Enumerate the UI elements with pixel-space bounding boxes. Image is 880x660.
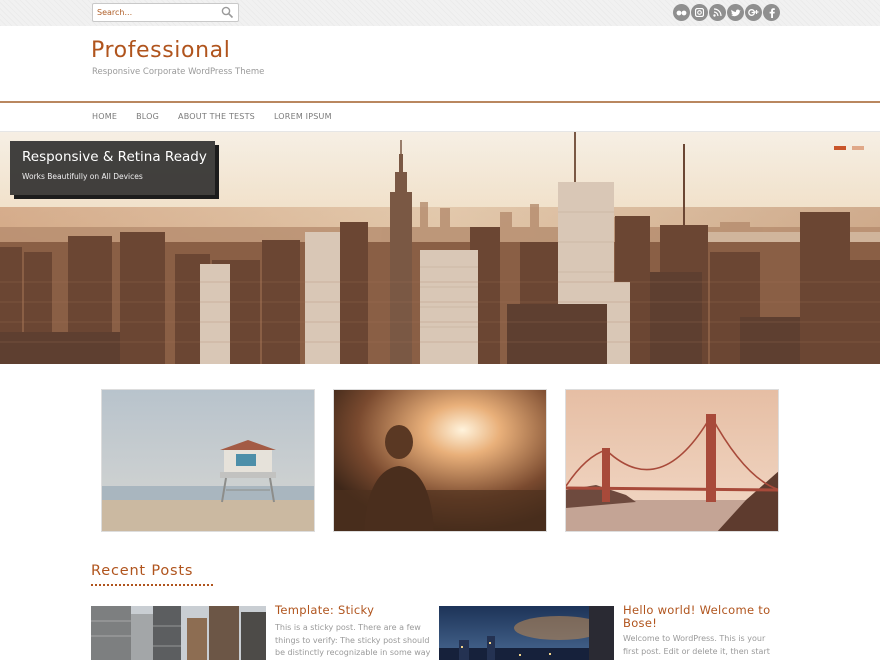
slide-dot-2[interactable] [852,146,864,150]
night-city-image [439,606,614,660]
hero-subtitle: Works Beautifully on All Devices [22,172,143,181]
feature-image-1[interactable] [101,389,315,532]
slide-dots [834,146,870,150]
rss-icon[interactable] [709,4,726,21]
post-thumb-1[interactable] [91,606,266,660]
site-title[interactable]: Professional [91,38,230,63]
recent-posts-heading: Recent Posts [91,563,194,579]
post-title-1[interactable]: Template: Sticky [275,604,374,617]
post-excerpt-2: Welcome to WordPress. This is your first… [623,634,770,656]
post-title-2[interactable]: Hello world! Welcome to Bose! [623,604,773,630]
post-thumb-2[interactable] [439,606,614,660]
nav-item-home[interactable]: HOME [92,112,117,121]
feature-image-2[interactable] [333,389,547,532]
post-excerpt-1: This is a sticky post. There are a few t… [275,623,431,657]
city-street-image [91,606,266,660]
recent-posts-underline [91,584,213,586]
slide-dot-1[interactable] [834,146,846,150]
facebook-icon[interactable] [763,4,780,21]
nav-item-lorem-ipsum[interactable]: LOREM IPSUM [274,112,332,121]
feature-image-3[interactable] [565,389,779,532]
search-input[interactable] [97,5,217,20]
search-box[interactable] [92,3,239,22]
main-nav: HOME BLOG ABOUT THE TESTS LOREM IPSUM [0,101,880,132]
instagram-icon[interactable] [691,4,708,21]
site-tagline: Responsive Corporate WordPress Theme [92,67,265,77]
twitter-icon[interactable] [727,4,744,21]
lifeguard-tower-beach-image [102,390,314,531]
flickr-icon[interactable] [673,4,690,21]
hero-caption: Responsive & Retina Ready Works Beautifu… [10,141,215,195]
nav-item-blog[interactable]: BLOG [136,112,159,121]
top-bar [0,0,880,26]
nav-item-about-the-tests[interactable]: ABOUT THE TESTS [178,112,255,121]
golden-gate-bridge-image [566,390,778,531]
hero-title: Responsive & Retina Ready [22,149,207,165]
search-icon[interactable] [221,6,234,19]
google-plus-icon[interactable] [745,4,762,21]
woman-sunset-image [334,390,546,531]
social-icons [673,4,781,22]
